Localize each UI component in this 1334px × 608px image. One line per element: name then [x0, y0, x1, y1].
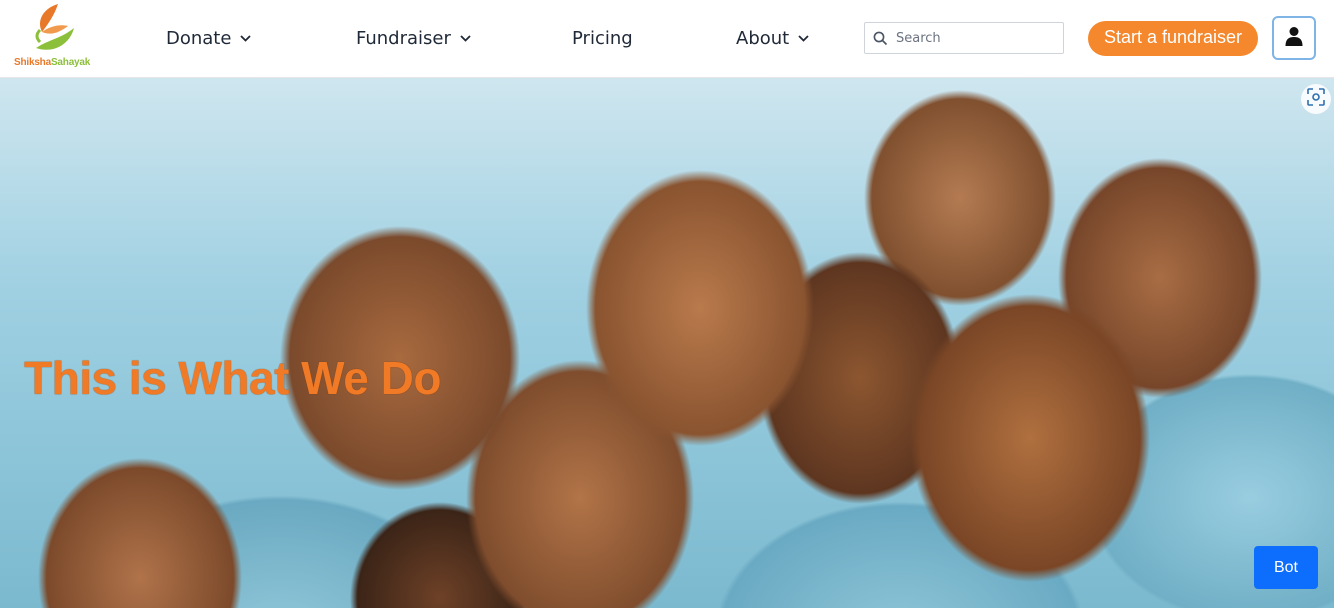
chevron-down-icon [240, 35, 252, 42]
top-navbar: ShikshaSahayak Donate Fundraiser Pricing… [0, 0, 1334, 78]
search-box[interactable] [864, 22, 1064, 54]
brand-logo[interactable]: ShikshaSahayak [14, 2, 94, 72]
nav-item-label: Pricing [572, 28, 633, 49]
nav-item-donate[interactable]: Donate [166, 28, 252, 49]
chevron-down-icon [798, 35, 809, 42]
nav-item-fundraiser[interactable]: Fundraiser [356, 28, 471, 49]
hero-title: This is What We Do [24, 352, 441, 404]
nav-item-about[interactable]: About [736, 28, 809, 49]
chevron-down-icon [460, 35, 471, 42]
image-scan-button[interactable] [1301, 84, 1331, 114]
start-fundraiser-button[interactable]: Start a fundraiser [1088, 21, 1258, 56]
brand-name: ShikshaSahayak [14, 57, 90, 68]
search-input[interactable] [896, 24, 1056, 52]
brand-name-part1: Shiksha [14, 57, 51, 68]
user-account-button[interactable] [1272, 16, 1316, 60]
nav-item-pricing[interactable]: Pricing [572, 28, 633, 49]
nav-item-label: About [736, 28, 790, 49]
nav-item-label: Donate [166, 28, 232, 49]
leaf-logo-icon [35, 4, 74, 50]
nav-item-label: Fundraiser [356, 28, 451, 49]
brand-name-part2: Sahayak [50, 57, 91, 68]
hero-banner: This is What We Do [0, 78, 1334, 608]
user-icon [1285, 26, 1303, 51]
search-icon [873, 31, 888, 46]
scan-icon [1307, 87, 1325, 111]
bot-chat-button[interactable]: Bot [1254, 546, 1318, 589]
